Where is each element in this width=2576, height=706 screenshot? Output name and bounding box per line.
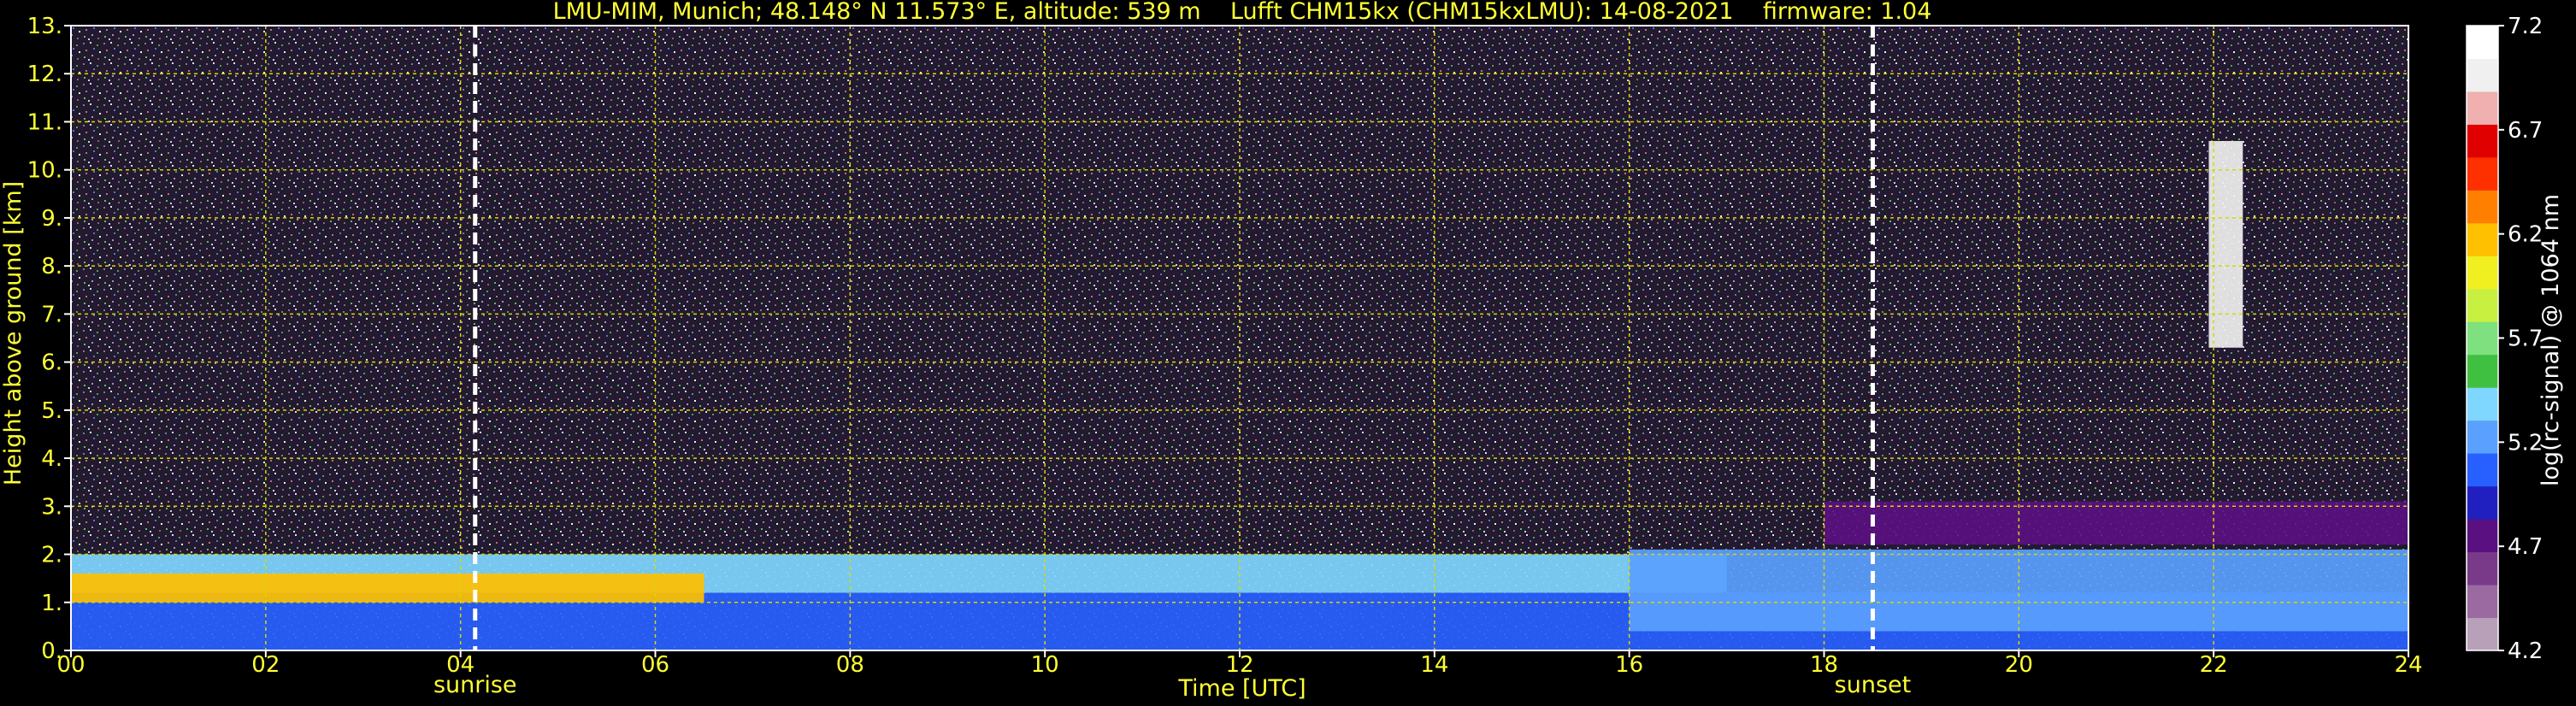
colorbar-segment <box>2467 585 2498 619</box>
colorbar-tick-label: 4.2 <box>2508 638 2543 664</box>
colorbar-segment <box>2467 485 2498 520</box>
colorbar-segment <box>2467 91 2498 125</box>
x-tick-label: 04 <box>446 652 475 678</box>
colorbar-segment <box>2467 420 2498 454</box>
x-tick-label: 16 <box>1615 652 1643 678</box>
colorbar-segment <box>2467 26 2498 59</box>
x-tick-label: 24 <box>2394 652 2422 678</box>
y-tick-label: 5. <box>41 398 62 424</box>
colorbar-tick-label: 4.7 <box>2508 534 2543 560</box>
colorbar-segment <box>2467 354 2498 388</box>
y-tick-label: 13. <box>27 14 62 39</box>
y-tick-label: 3. <box>41 494 62 520</box>
colorbar-segment <box>2467 551 2498 585</box>
y-tick-label: 2. <box>41 543 62 568</box>
y-tick-label: 10. <box>27 158 62 184</box>
colorbar-segment <box>2467 190 2498 224</box>
plot-area <box>71 26 2408 650</box>
colorbar-segment <box>2467 124 2498 158</box>
colorbar-segment <box>2467 58 2498 92</box>
x-tick-label: 02 <box>251 652 280 678</box>
x-tick-label: 14 <box>1420 652 1448 678</box>
colorbar-segment <box>2467 453 2498 487</box>
y-tick-label: 4. <box>41 446 62 472</box>
sunset-label: sunset <box>1835 672 1912 698</box>
y-tick-label: 0. <box>41 638 62 664</box>
colorbar-segment <box>2467 156 2498 191</box>
x-tick-label: 20 <box>2005 652 2033 678</box>
layer-morning-cloud-layer <box>71 574 704 603</box>
colorbar: 4.24.75.25.76.26.77.2 <box>2466 14 2543 664</box>
colorbar-tick-label: 6.7 <box>2508 118 2543 144</box>
x-tick-label: 22 <box>2200 652 2228 678</box>
x-tick-label: 06 <box>641 652 669 678</box>
colorbar-label: log(rc-signal) @ 1064 nm <box>2538 194 2564 486</box>
colorbar-segment <box>2467 387 2498 421</box>
colorbar-segment <box>2467 321 2498 356</box>
x-axis-label: Time [UTC] <box>1177 675 1306 702</box>
chart-title: LMU-MIM, Munich; 48.148° N 11.573° E, al… <box>553 0 1932 25</box>
colorbar-segment <box>2467 617 2498 651</box>
y-tick-label: 12. <box>27 62 62 87</box>
y-tick-label: 6. <box>41 350 62 376</box>
y-tick-label: 7. <box>41 302 62 327</box>
layer-elevated-layer <box>1824 501 2408 545</box>
y-tick-label: 8. <box>41 254 62 279</box>
x-tick-label: 10 <box>1031 652 1059 678</box>
y-axis-label: Height above ground [km] <box>0 181 27 485</box>
x-tick-label: 18 <box>1810 652 1838 678</box>
colorbar-segment <box>2467 288 2498 322</box>
x-tick-label: 08 <box>836 652 864 678</box>
colorbar-segment <box>2467 519 2498 553</box>
y-tick-label: 11. <box>27 109 62 135</box>
colorbar-tick-label: 7.2 <box>2508 14 2543 39</box>
y-tick-label: 9. <box>41 206 62 232</box>
colorbar-segment <box>2467 222 2498 256</box>
ceilometer-chart: sunrise sunset 00 02 04 06 08 10 12 14 16 18 20 22 24… <box>0 0 2564 702</box>
colorbar-segment <box>2467 256 2498 290</box>
x-tick-label: 12 <box>1225 652 1253 678</box>
y-tick-label: 1. <box>41 591 62 616</box>
